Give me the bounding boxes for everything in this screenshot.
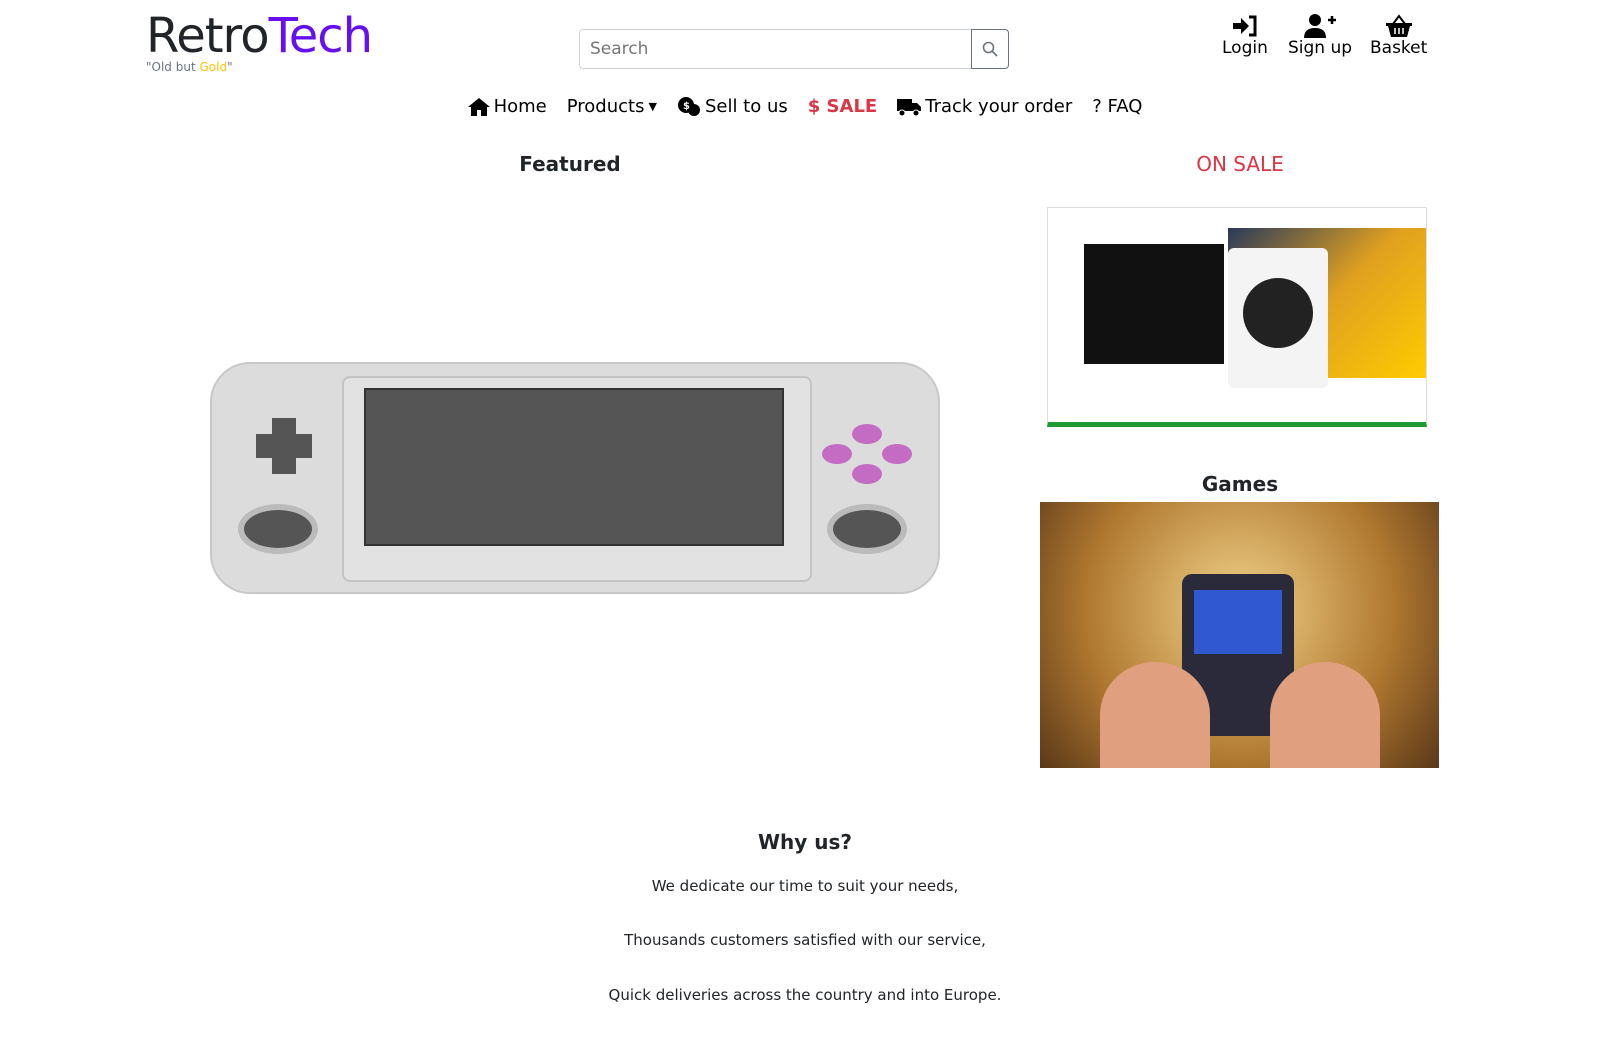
- logo[interactable]: RetroTech: [146, 8, 374, 64]
- why-us-line: We dedicate our time to suit your needs,: [651, 877, 959, 895]
- nav-faq[interactable]: ? FAQ: [1092, 96, 1142, 117]
- on-sale-product-image[interactable]: [1047, 207, 1427, 427]
- signup-link[interactable]: Sign up: [1288, 14, 1352, 58]
- signup-label: Sign up: [1288, 38, 1353, 58]
- login-label: Login: [1222, 38, 1268, 58]
- tagline-text: "Old but: [146, 60, 200, 74]
- search-button[interactable]: [971, 29, 1009, 69]
- search-icon: [982, 41, 998, 57]
- logo-text-accent: Tech: [268, 8, 374, 64]
- basket-label: Basket: [1370, 38, 1428, 58]
- login-icon: [1232, 15, 1257, 37]
- nav-sale[interactable]: $ SALE: [808, 96, 877, 117]
- games-heading: Games: [1201, 472, 1279, 496]
- tagline-gold: Gold: [199, 60, 228, 74]
- search-input[interactable]: [579, 29, 971, 69]
- comments-dollar-icon: $: [677, 96, 700, 116]
- login-link[interactable]: Login: [1222, 14, 1268, 58]
- nav-home-label: Home: [493, 96, 547, 117]
- nav-sell[interactable]: $ Sell to us: [677, 96, 788, 117]
- tagline-end: ": [227, 60, 233, 74]
- tagline: "Old but Gold": [146, 60, 233, 74]
- why-us-heading: Why us?: [757, 830, 853, 854]
- caret-down-icon: ▼: [648, 100, 657, 113]
- nav-products[interactable]: Products ▼: [567, 96, 657, 117]
- nav-faq-label: ? FAQ: [1092, 96, 1143, 117]
- why-us-line: Quick deliveries across the country and …: [608, 986, 1002, 1004]
- basket-icon: [1385, 14, 1412, 37]
- nav-products-label: Products: [566, 96, 645, 117]
- nav-track[interactable]: Track your order: [897, 96, 1072, 117]
- on-sale-heading: ON SALE: [1196, 152, 1284, 176]
- logo-text: Retro: [146, 8, 270, 64]
- featured-product-image[interactable]: [210, 362, 940, 594]
- svg-text:$: $: [683, 101, 690, 112]
- nav-home[interactable]: Home: [467, 96, 547, 117]
- basket-link[interactable]: Basket: [1370, 14, 1427, 58]
- user-plus-icon: [1304, 14, 1337, 38]
- truck-icon: [897, 98, 922, 116]
- nav-track-label: Track your order: [925, 96, 1073, 117]
- games-category-image[interactable]: [1040, 502, 1439, 768]
- search-form: [579, 29, 1009, 69]
- main-nav: Home Products ▼ $ Sell to us $ SALE Track …: [0, 96, 1610, 117]
- home-icon: [467, 97, 490, 116]
- featured-heading: Featured: [519, 152, 621, 176]
- nav-sale-label: $ SALE: [807, 96, 878, 117]
- why-us-line: Thousands customers satisfied with our s…: [624, 931, 986, 949]
- nav-sell-label: Sell to us: [704, 96, 788, 117]
